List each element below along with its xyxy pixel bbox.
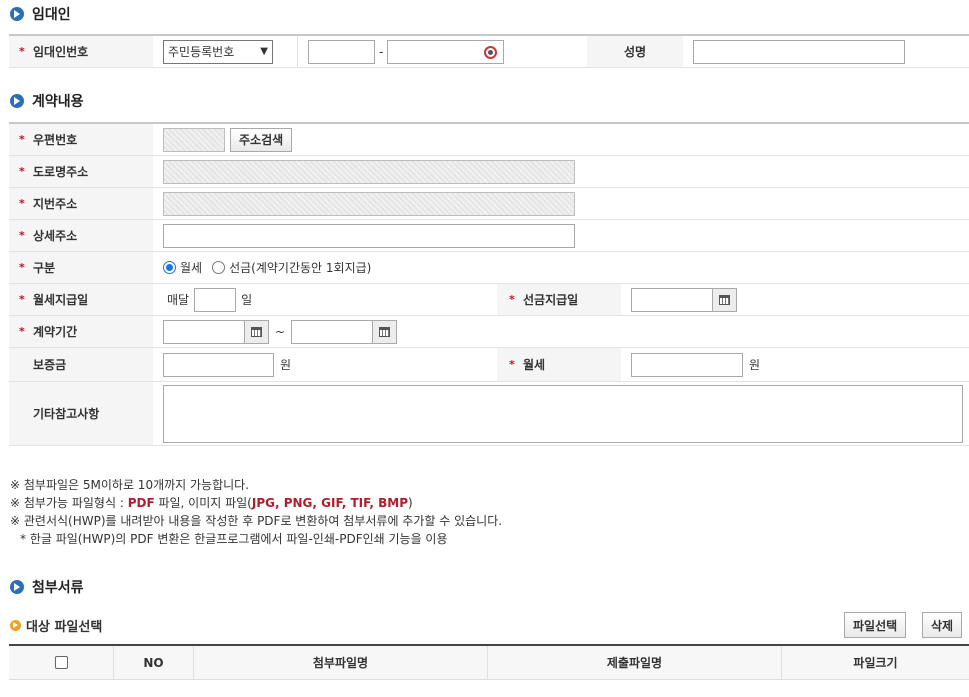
target-file-select-title: 대상 파일선택 bbox=[10, 616, 102, 635]
radio-advance[interactable] bbox=[212, 261, 226, 274]
postcode-input bbox=[163, 127, 225, 152]
file-delete-button[interactable]: 삭제 bbox=[922, 612, 963, 638]
attachments-section-title: 첨부서류 bbox=[10, 577, 84, 597]
contract-form: * 우편번호 주소검색 * 도로명주소 * 지번주소 * 상세주소 * 구분 월세 선금(… bbox=[9, 122, 969, 446]
lot-address-label: 지번주소 bbox=[33, 197, 78, 211]
rent-unit: 원 bbox=[749, 358, 761, 372]
calendar-icon bbox=[251, 326, 262, 337]
road-address-row: * 도로명주소 bbox=[9, 156, 969, 188]
lot-address-row: * 지번주소 bbox=[9, 188, 969, 220]
deposit-input[interactable] bbox=[163, 352, 274, 377]
header-select-all bbox=[9, 646, 113, 679]
id-separator: - bbox=[379, 44, 384, 59]
period-end-calendar-button[interactable] bbox=[373, 319, 398, 344]
etc-row: 기타참고사항 bbox=[9, 382, 969, 446]
id-number-back-input[interactable] bbox=[387, 39, 505, 64]
file-select-button[interactable]: 파일선택 bbox=[844, 612, 907, 638]
header-no: NO bbox=[113, 646, 193, 679]
monthly-prefix: 매달 bbox=[167, 293, 190, 307]
road-address-input bbox=[163, 159, 575, 184]
landlord-form: * 임대인번호 주민등록번호 ▼ - 성명 bbox=[9, 34, 969, 68]
header-attach-name: 첨부파일명 bbox=[193, 646, 487, 679]
type-label: 구분 bbox=[33, 261, 56, 275]
detail-address-row: * 상세주소 bbox=[9, 220, 969, 252]
attachment-table-header: NO 첨부파일명 제출파일명 파일크기 bbox=[9, 646, 969, 680]
road-address-label: 도로명주소 bbox=[33, 165, 89, 179]
header-submit-name: 제출파일명 bbox=[487, 646, 781, 679]
calendar-icon bbox=[719, 294, 730, 305]
select-all-checkbox[interactable] bbox=[54, 656, 68, 669]
advance-payday-input[interactable] bbox=[631, 287, 713, 312]
period-start-input[interactable] bbox=[163, 319, 245, 344]
deposit-label: 보증금 bbox=[33, 358, 67, 372]
monthly-payday-label: 월세지급일 bbox=[33, 293, 89, 307]
header-file-size: 파일크기 bbox=[781, 646, 969, 679]
monthly-suffix: 일 bbox=[241, 293, 253, 307]
note-line-3: ※ 관련서식(HWP)를 내려받아 내용을 작성한 후 PDF로 변환하여 첨부… bbox=[10, 514, 503, 528]
monthly-payday-input[interactable] bbox=[194, 287, 237, 312]
landlord-section-title: 임대인 bbox=[10, 4, 71, 24]
postcode-row: * 우편번호 주소검색 bbox=[9, 124, 969, 156]
advance-payday-label: * 선금지급일 bbox=[497, 284, 621, 315]
note-line-1: ※ 첨부파일은 5M이하로 10개까지 가능합니다. bbox=[10, 478, 250, 492]
eye-icon[interactable] bbox=[484, 45, 498, 59]
advance-calendar-button[interactable] bbox=[713, 287, 737, 312]
etc-label: 기타참고사항 bbox=[33, 407, 100, 421]
name-label: 성명 bbox=[587, 36, 683, 67]
landlord-id-label: * 임대인번호 bbox=[9, 36, 153, 67]
type-row: * 구분 월세 선금(계약기간동안 1회지급) bbox=[9, 252, 969, 284]
section-bullet-icon bbox=[10, 7, 24, 21]
address-search-button[interactable]: 주소검색 bbox=[230, 127, 293, 152]
attachment-table: NO 첨부파일명 제출파일명 파일크기 bbox=[9, 644, 969, 680]
note-line-2: ※ 첨부가능 파일형식 : PDF 파일, 이미지 파일(JPG, PNG, G… bbox=[10, 496, 413, 510]
amount-row: 보증금 원 * 월세 원 bbox=[9, 348, 969, 382]
radio-advance-label: 선금(계약기간동안 1회지급) bbox=[229, 261, 372, 275]
payday-row: * 월세지급일 매달 일 * 선금지급일 bbox=[9, 284, 969, 316]
period-separator: ~ bbox=[275, 324, 286, 339]
chevron-down-icon: ▼ bbox=[260, 46, 268, 57]
period-start-calendar-button[interactable] bbox=[245, 319, 269, 344]
detail-address-input[interactable] bbox=[163, 223, 575, 248]
deposit-unit: 원 bbox=[280, 358, 292, 372]
sub-bullet-icon bbox=[10, 620, 21, 631]
section-bullet-icon bbox=[10, 94, 24, 108]
calendar-icon bbox=[379, 326, 391, 337]
landlord-id-row: * 임대인번호 주민등록번호 ▼ - 성명 bbox=[9, 36, 969, 68]
contract-section-title: 계약내용 bbox=[10, 91, 84, 111]
section-bullet-icon bbox=[10, 580, 24, 594]
period-label: 계약기간 bbox=[33, 325, 78, 339]
name-input[interactable] bbox=[693, 39, 905, 64]
period-end-input[interactable] bbox=[291, 319, 374, 344]
id-type-select[interactable]: 주민등록번호 ▼ bbox=[163, 39, 273, 64]
period-row: * 계약기간 ~ bbox=[9, 316, 969, 348]
attachment-notes: ※ 첨부파일은 5M이하로 10개까지 가능합니다. ※ 첨부가능 파일형식 :… bbox=[10, 476, 502, 548]
rent-label: * 월세 bbox=[497, 348, 621, 381]
postcode-label: 우편번호 bbox=[33, 133, 78, 147]
radio-monthly[interactable] bbox=[163, 261, 176, 274]
note-line-4: * 한글 파일(HWP)의 PDF 변환은 한글프로그램에서 파일-인쇄-PDF… bbox=[20, 532, 448, 546]
rent-input[interactable] bbox=[631, 352, 743, 377]
id-number-front-input[interactable] bbox=[308, 39, 375, 64]
etc-textarea[interactable] bbox=[163, 384, 963, 443]
radio-monthly-label: 월세 bbox=[180, 261, 203, 275]
lot-address-input bbox=[163, 191, 575, 216]
detail-address-label: 상세주소 bbox=[33, 229, 78, 243]
